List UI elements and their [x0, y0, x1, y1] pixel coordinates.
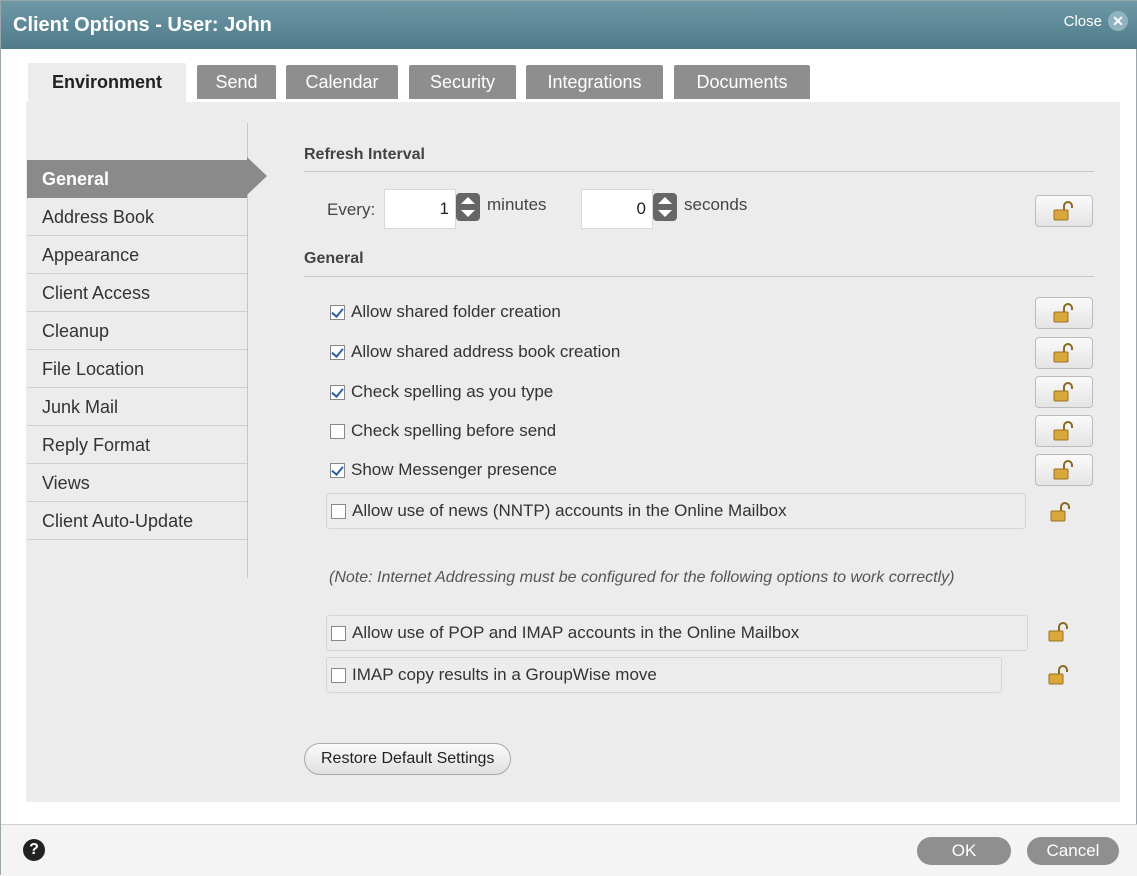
- shared-address-book-label: Allow shared address book creation: [351, 342, 621, 361]
- cancel-button[interactable]: Cancel: [1027, 837, 1119, 865]
- spell-as-type-label: Check spelling as you type: [351, 382, 554, 401]
- sidebar-item-cleanup[interactable]: Cleanup: [27, 312, 247, 350]
- restore-defaults-button[interactable]: Restore Default Settings: [304, 743, 512, 775]
- seconds-label: seconds: [684, 195, 748, 214]
- window-title: Client Options - User: John: [13, 14, 272, 36]
- imap-copy-checkbox[interactable]: [331, 667, 346, 683]
- tab-security[interactable]: Security: [409, 65, 516, 99]
- tab-environment[interactable]: Environment: [28, 63, 186, 103]
- tab-send[interactable]: Send: [197, 65, 276, 99]
- lock-button-spell-before-send[interactable]: [1035, 415, 1093, 447]
- sidebar-item-appearance[interactable]: Appearance: [27, 236, 247, 274]
- minutes-spinner[interactable]: [456, 193, 480, 221]
- title-bar: Client Options - User: John Close ✕: [1, 1, 1137, 49]
- lock-nntp[interactable]: [1046, 498, 1076, 526]
- tab-calendar[interactable]: Calendar: [286, 65, 398, 99]
- option-shared-address-book: Allow shared address book creation: [326, 334, 620, 370]
- client-options-dialog: Client Options - User: John Close ✕ Envi…: [0, 0, 1137, 876]
- option-pop-imap: Allow use of POP and IMAP accounts in th…: [326, 615, 1028, 651]
- option-spell-before-send: Check spelling before send: [326, 413, 556, 449]
- refresh-interval-heading: Refresh Interval: [304, 146, 425, 163]
- lock-open-icon: [1053, 201, 1073, 221]
- internet-addressing-note: (Note: Internet Addressing must be confi…: [329, 569, 955, 586]
- spell-before-send-checkbox[interactable]: [330, 423, 345, 439]
- sidebar-item-reply-format[interactable]: Reply Format: [27, 426, 247, 464]
- lock-open-icon: [1048, 665, 1068, 685]
- sidebar-item-client-access[interactable]: Client Access: [27, 274, 247, 312]
- tab-documents[interactable]: Documents: [674, 65, 810, 99]
- lock-button-spell-as-type[interactable]: [1035, 376, 1093, 408]
- sidebar-item-junk-mail[interactable]: Junk Mail: [27, 388, 247, 426]
- option-spell-as-type: Check spelling as you type: [326, 374, 553, 410]
- minutes-input[interactable]: 1: [384, 189, 456, 229]
- general-divider: [304, 276, 1094, 277]
- close-button[interactable]: Close ✕: [1064, 11, 1128, 31]
- ok-button[interactable]: OK: [917, 837, 1011, 865]
- lock-open-icon: [1050, 502, 1070, 522]
- lock-button-shared-folder[interactable]: [1035, 297, 1093, 329]
- minutes-label: minutes: [487, 195, 547, 214]
- messenger-presence-label: Show Messenger presence: [351, 460, 558, 479]
- pop-imap-checkbox[interactable]: [331, 625, 346, 641]
- sidebar-item-views[interactable]: Views: [27, 464, 247, 502]
- general-heading: General: [304, 250, 364, 267]
- sidebar-item-general[interactable]: General: [27, 160, 247, 198]
- nntp-accounts-label: Allow use of news (NNTP) accounts in the…: [352, 501, 787, 520]
- seconds-input[interactable]: 0: [581, 189, 653, 229]
- option-nntp-accounts: Allow use of news (NNTP) accounts in the…: [326, 493, 1026, 529]
- sidebar-active-arrow: [247, 157, 267, 195]
- sidebar-item-file-location[interactable]: File Location: [27, 350, 247, 388]
- lock-imap-copy[interactable]: [1044, 661, 1074, 689]
- lock-open-icon: [1053, 460, 1073, 480]
- lock-open-icon: [1053, 343, 1073, 363]
- shared-folder-checkbox[interactable]: [330, 304, 345, 320]
- option-messenger-presence: Show Messenger presence: [326, 452, 557, 488]
- lock-button-messenger-presence[interactable]: [1035, 454, 1093, 486]
- help-icon[interactable]: ?: [23, 839, 45, 861]
- every-label: Every:: [327, 200, 376, 219]
- option-shared-folder: Allow shared folder creation: [326, 294, 561, 330]
- tab-integrations[interactable]: Integrations: [526, 65, 663, 99]
- sidebar-item-client-auto-update[interactable]: Client Auto-Update: [27, 502, 247, 540]
- close-label: Close: [1063, 12, 1102, 30]
- lock-open-icon: [1053, 382, 1073, 402]
- spell-before-send-label: Check spelling before send: [351, 421, 557, 440]
- shared-folder-label: Allow shared folder creation: [351, 302, 561, 321]
- lock-pop-imap[interactable]: [1044, 618, 1074, 646]
- pop-imap-label: Allow use of POP and IMAP accounts in th…: [352, 623, 800, 642]
- spell-as-type-checkbox[interactable]: [330, 384, 345, 400]
- shared-address-book-checkbox[interactable]: [330, 344, 345, 360]
- seconds-spinner[interactable]: [653, 193, 677, 221]
- nntp-accounts-checkbox[interactable]: [331, 503, 346, 519]
- lock-open-icon: [1053, 303, 1073, 323]
- sidebar-item-address-book[interactable]: Address Book: [27, 198, 247, 236]
- messenger-presence-checkbox[interactable]: [330, 462, 345, 478]
- lock-button-refresh[interactable]: [1035, 195, 1093, 227]
- imap-copy-label: IMAP copy results in a GroupWise move: [352, 665, 657, 684]
- refresh-divider: [304, 171, 1094, 172]
- option-imap-copy: IMAP copy results in a GroupWise move: [326, 657, 1002, 693]
- close-icon[interactable]: ✕: [1108, 11, 1128, 31]
- lock-button-shared-address-book[interactable]: [1035, 337, 1093, 369]
- lock-open-icon: [1048, 622, 1068, 642]
- lock-open-icon: [1053, 421, 1073, 441]
